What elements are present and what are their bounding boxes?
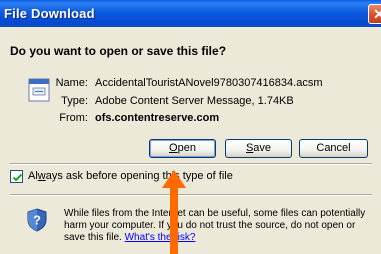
name-label: Name: bbox=[55, 77, 88, 89]
file-source-value: ofs.contentreserve.com bbox=[95, 112, 220, 124]
cancel-button[interactable]: Cancel bbox=[299, 139, 368, 158]
close-button[interactable]: ✕ bbox=[368, 4, 381, 24]
warning-text: While files from the Internet can be use… bbox=[64, 208, 366, 243]
window-title: File Download bbox=[4, 6, 95, 21]
shield-question-icon: ? bbox=[27, 208, 47, 232]
always-ask-checkbox[interactable] bbox=[10, 170, 23, 183]
open-button[interactable]: Open bbox=[149, 139, 216, 158]
titlebar: File Download ✕ bbox=[0, 0, 381, 27]
type-label: Type: bbox=[61, 95, 88, 107]
file-type-value: Adobe Content Server Message, 1.74KB bbox=[95, 95, 294, 107]
always-ask-accesskey: w bbox=[37, 170, 46, 182]
security-warning: While files from the Internet can be use… bbox=[64, 208, 374, 244]
cancel-button-label: Cancel bbox=[316, 142, 351, 154]
open-button-accesskey: O bbox=[169, 142, 178, 154]
close-icon: ✕ bbox=[373, 6, 381, 22]
always-ask-label-end: ays ask before opening this type of file bbox=[45, 170, 233, 182]
dialog-question: Do you want to open or save this file? bbox=[10, 44, 227, 58]
save-button-label: ave bbox=[253, 142, 272, 154]
file-name-value: AccidentalTouristANovel9780307416834.acs… bbox=[95, 77, 323, 89]
always-ask-label-start: Al bbox=[28, 170, 38, 182]
divider-top bbox=[10, 163, 372, 165]
up-arrow-annotation bbox=[162, 170, 186, 254]
checkmark-icon bbox=[12, 173, 23, 182]
svg-text:?: ? bbox=[33, 213, 41, 228]
from-label: From: bbox=[59, 112, 88, 124]
divider-bottom bbox=[10, 194, 372, 196]
save-button[interactable]: Save bbox=[225, 139, 292, 158]
always-ask-label[interactable]: Always ask before opening this type of f… bbox=[28, 170, 233, 182]
open-button-label: pen bbox=[177, 142, 196, 154]
